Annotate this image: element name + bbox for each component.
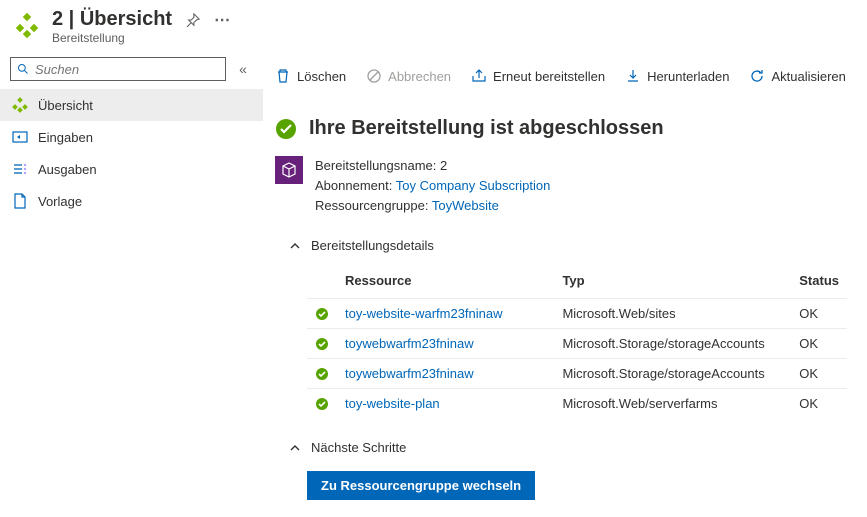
ok-icon <box>315 397 329 411</box>
page-subtitle: Bereitstellung <box>52 31 855 45</box>
resource-link[interactable]: toywebwarfm23fninaw <box>345 366 474 381</box>
resource-link[interactable]: toywebwarfm23fninaw <box>345 336 474 351</box>
search-icon <box>17 63 29 75</box>
table-row: toy-website-warfm23fninaw Microsoft.Web/s… <box>307 299 847 329</box>
cancel-icon <box>366 68 382 84</box>
ok-icon <box>315 307 329 321</box>
refresh-button[interactable]: Aktualisieren <box>749 68 845 84</box>
ok-icon <box>315 367 329 381</box>
search-input-wrapper[interactable] <box>10 57 226 81</box>
search-input[interactable] <box>35 62 219 77</box>
table-row: toy-website-plan Microsoft.Web/serverfarm… <box>307 389 847 419</box>
download-button[interactable]: Herunterladen <box>625 68 729 84</box>
outputs-icon <box>12 161 28 177</box>
resource-status: OK <box>791 359 847 389</box>
page-title: 2 | Übersicht <box>52 8 172 31</box>
goto-resourcegroup-button[interactable]: Zu Ressourcengruppe wechseln <box>307 471 535 500</box>
resource-link[interactable]: toy-website-plan <box>345 396 440 411</box>
template-icon <box>12 193 28 209</box>
main-content: Löschen Abbrechen Erneut bereitstellen <box>263 55 867 517</box>
delete-icon <box>275 68 291 84</box>
resource-type: Microsoft.Web/sites <box>554 299 791 329</box>
col-type: Typ <box>554 267 791 299</box>
resources-table: Ressource Typ Status toy-website-warfm23… <box>307 267 847 418</box>
nextsteps-header: Nächste Schritte <box>311 440 406 455</box>
meta-sub-label: Abonnement: <box>315 178 392 193</box>
overview-icon <box>12 97 28 113</box>
resource-type: Microsoft.Storage/storageAccounts <box>554 329 791 359</box>
resource-type: Microsoft.Storage/storageAccounts <box>554 359 791 389</box>
more-icon[interactable]: ⋯ <box>214 10 231 30</box>
resource-type: Microsoft.Web/serverfarms <box>554 389 791 419</box>
collapse-sidebar-button[interactable]: « <box>233 61 253 77</box>
ok-icon <box>315 337 329 351</box>
resourcegroup-link[interactable]: ToyWebsite <box>432 198 499 213</box>
details-toggle[interactable]: Bereitstellungsdetails <box>275 238 847 253</box>
sidebar-item-inputs[interactable]: Eingaben <box>0 121 263 153</box>
sidebar-item-outputs[interactable]: Ausgaben <box>0 153 263 185</box>
col-status: Status <box>791 267 847 299</box>
toolbar-label: Aktualisieren <box>771 69 845 84</box>
col-resource: Ressource <box>337 267 554 299</box>
table-row: toywebwarfm23fninaw Microsoft.Storage/sto… <box>307 329 847 359</box>
sidebar-item-overview[interactable]: Übersicht <box>0 89 263 121</box>
delete-button[interactable]: Löschen <box>275 68 346 84</box>
nextsteps-toggle[interactable]: Nächste Schritte <box>275 440 847 455</box>
toolbar: Löschen Abbrechen Erneut bereitstellen <box>275 55 847 95</box>
status-title: Ihre Bereitstellung ist abgeschlossen <box>309 117 664 140</box>
toolbar-label: Abbrechen <box>388 69 451 84</box>
cancel-button: Abbrechen <box>366 68 451 84</box>
refresh-icon <box>749 68 765 84</box>
redeploy-icon <box>471 68 487 84</box>
sidebar-item-label: Eingaben <box>38 130 93 145</box>
sidebar-item-template[interactable]: Vorlage <box>0 185 263 217</box>
deployment-icon <box>12 11 42 41</box>
meta-name-value: 2 <box>440 158 447 173</box>
resource-link[interactable]: toy-website-warfm23fninaw <box>345 306 503 321</box>
redeploy-button[interactable]: Erneut bereitstellen <box>471 68 605 84</box>
chevron-up-icon <box>289 240 301 252</box>
sidebar-item-label: Übersicht <box>38 98 93 113</box>
download-icon <box>625 68 641 84</box>
page-header: 2 | Übersicht ⋯ Bereitstellung <box>0 0 867 55</box>
toolbar-label: Herunterladen <box>647 69 729 84</box>
sidebar: « Übersicht Eingaben <box>0 55 263 517</box>
meta-name-label: Bereitstellungsname: <box>315 158 436 173</box>
subscription-link[interactable]: Toy Company Subscription <box>396 178 551 193</box>
sidebar-item-label: Vorlage <box>38 194 82 209</box>
sidebar-item-label: Ausgaben <box>38 162 97 177</box>
resource-status: OK <box>791 389 847 419</box>
resource-status: OK <box>791 329 847 359</box>
toolbar-label: Löschen <box>297 69 346 84</box>
details-header: Bereitstellungsdetails <box>311 238 434 253</box>
inputs-icon <box>12 129 28 145</box>
deployment-cube-icon <box>275 156 303 184</box>
chevron-up-icon <box>289 442 301 454</box>
toolbar-label: Erneut bereitstellen <box>493 69 605 84</box>
table-row: toywebwarfm23fninaw Microsoft.Storage/sto… <box>307 359 847 389</box>
meta-rg-label: Ressourcengruppe: <box>315 198 428 213</box>
resource-status: OK <box>791 299 847 329</box>
success-icon <box>275 118 297 140</box>
pin-icon[interactable] <box>186 13 200 27</box>
